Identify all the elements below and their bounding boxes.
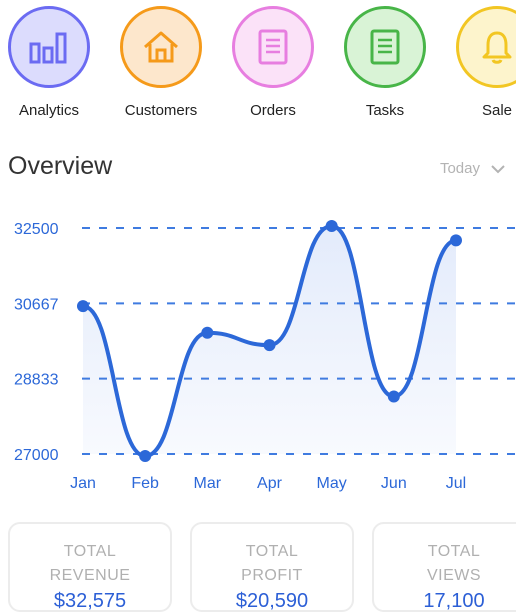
card-label: TOTAL VIEWS xyxy=(426,543,482,584)
x-tick-label: Jan xyxy=(70,475,96,492)
data-point[interactable] xyxy=(387,390,400,403)
total-views-card[interactable]: TOTAL VIEWS 17,100 xyxy=(372,522,516,612)
data-point[interactable] xyxy=(201,326,214,339)
data-point[interactable] xyxy=(77,300,89,313)
customers-circle[interactable] xyxy=(120,6,202,88)
x-tick-label: May xyxy=(317,475,347,492)
period-label: Today xyxy=(439,160,480,177)
category-label: Analytics xyxy=(18,102,80,119)
card-value: 17,100 xyxy=(423,590,485,612)
card-label: TOTAL PROFIT xyxy=(241,543,303,584)
data-point[interactable] xyxy=(263,339,276,352)
x-tick-label: Mar xyxy=(194,475,222,492)
data-point[interactable] xyxy=(139,450,152,463)
total-profit-card[interactable]: TOTAL PROFIT $20,590 xyxy=(190,522,354,612)
y-tick-label: 32500 xyxy=(14,221,59,238)
category-shortcuts: Analytics Customers Orders Tasks Sale xyxy=(0,0,516,130)
y-tick-label: 27000 xyxy=(14,447,59,464)
category-tasks[interactable]: Tasks xyxy=(330,6,440,119)
list-icon xyxy=(370,29,400,65)
overview-chart: 32500 30667 28833 27000 Jan Feb Mar Apr May Jun Ju… xyxy=(14,219,516,492)
x-tick-label: Jul xyxy=(446,475,466,492)
orders-circle[interactable] xyxy=(232,6,314,88)
bar-chart-icon xyxy=(29,32,67,64)
data-point[interactable] xyxy=(450,234,462,247)
category-customers[interactable]: Customers xyxy=(106,6,216,119)
category-orders[interactable]: Orders xyxy=(218,6,328,119)
x-tick-label: Jun xyxy=(381,475,407,492)
y-tick-label: 28833 xyxy=(14,372,59,389)
chevron-down-icon xyxy=(491,164,505,173)
overview-title: Overview xyxy=(8,152,113,180)
analytics-circle[interactable] xyxy=(8,6,90,88)
tasks-circle[interactable] xyxy=(344,6,426,88)
category-label: Orders xyxy=(250,102,296,119)
data-point[interactable] xyxy=(325,219,338,232)
category-label: Sale xyxy=(481,102,513,119)
category-label: Tasks xyxy=(365,102,405,119)
card-label: TOTAL REVENUE xyxy=(49,543,131,584)
bell-icon xyxy=(482,31,512,64)
home-icon xyxy=(144,31,178,63)
card-value: $32,575 xyxy=(53,590,127,612)
card-value: $20,590 xyxy=(235,590,309,612)
total-revenue-card[interactable]: TOTAL REVENUE $32,575 xyxy=(8,522,172,612)
x-tick-label: Apr xyxy=(257,475,283,492)
category-label: Customers xyxy=(124,102,198,119)
document-icon xyxy=(258,29,288,65)
category-sale[interactable]: Sale xyxy=(442,6,516,119)
sale-circle[interactable] xyxy=(456,6,516,88)
x-tick-label: Feb xyxy=(131,475,159,492)
y-tick-label: 30667 xyxy=(14,296,59,313)
period-dropdown[interactable]: Today xyxy=(440,160,506,177)
category-analytics[interactable]: Analytics xyxy=(0,6,104,119)
